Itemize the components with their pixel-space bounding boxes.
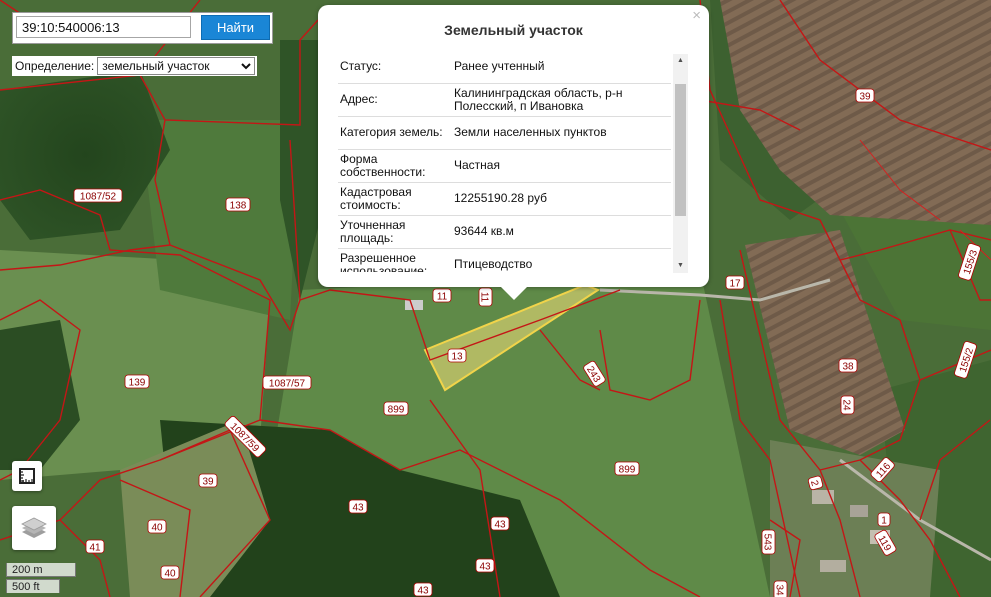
table-row: Разрешенное использование: Птицеводство [338,248,671,272]
parcel-label[interactable]: 899 [383,401,409,416]
parcel-label[interactable]: 899 [614,461,640,476]
layers-button[interactable] [12,506,56,550]
parcel-label-text: 11 [437,292,448,303]
parcel-label-text: 899 [619,465,636,476]
parcel-info-popup: × Земельный участок Статус: Ранее учтенн… [318,5,709,300]
parcel-label[interactable]: 11 [479,287,493,307]
parcel-label-text: 13 [451,352,463,363]
parcel-label[interactable]: 39 [198,473,218,488]
parcel-label[interactable]: 139 [124,374,150,389]
attribute-value: 12255190.28 руб [452,182,671,216]
parcel-label[interactable]: 1087/57 [262,375,312,390]
attribute-value: Земли населенных пунктов [452,116,671,150]
attribute-key: Адрес: [338,83,452,117]
parcel-label-text: 39 [202,477,214,488]
attribute-value: Ранее учтенный [452,50,671,84]
parcel-label-text: 40 [151,523,163,534]
parcel-label-text: 1087/52 [80,192,117,203]
parcel-label[interactable]: 43 [490,516,510,531]
attribute-value: Птицеводство [452,248,671,272]
parcel-label-text: 34 [774,584,785,596]
parcel-label[interactable]: 34 [774,580,788,597]
definition-row: Определение: земельный участок [12,56,258,76]
parcel-label-text: 1 [881,516,887,527]
parcel-label-text: 43 [479,562,491,573]
parcel-label-text: 41 [89,543,101,554]
parcel-label[interactable]: 39 [855,88,875,103]
parcel-label-text: 899 [388,405,405,416]
parcel-label-text: 11 [479,292,490,303]
table-row: Форма собственности: Частная [338,149,671,183]
parcel-label-text: 39 [859,92,871,103]
search-panel: Найти [12,12,273,44]
parcel-label-text: 24 [841,399,852,411]
attribute-key: Форма собственности: [338,149,452,183]
table-row: Категория земель: Земли населенных пункт… [338,116,671,150]
parcel-label-text: 40 [164,569,176,580]
scroll-thumb[interactable] [675,84,686,216]
attribute-key: Кадастровая стоимость: [338,182,452,216]
parcel-label-text: 543 [762,534,773,551]
find-button[interactable]: Найти [201,15,270,40]
popup-scrollbar[interactable]: ▲ ▼ [673,54,688,273]
parcel-label[interactable]: 1 [877,512,891,527]
scroll-up-icon[interactable]: ▲ [673,54,688,68]
parcel-label-text: 17 [729,279,741,290]
attribute-value: 93644 кв.м [452,215,671,249]
scroll-down-icon[interactable]: ▼ [673,259,688,273]
parcel-label[interactable]: 1087/52 [73,188,123,203]
table-row: Уточненная площадь: 93644 кв.м [338,215,671,249]
parcel-label[interactable]: 13 [447,348,467,363]
attribute-key: Категория земель: [338,116,452,150]
layers-icon [21,517,47,538]
attribute-value: Калининградская область, р-н Полесский, … [452,83,671,117]
attribute-value: Частная [452,149,671,183]
attribute-table: Статус: Ранее учтенный Адрес: Калинингра… [338,50,671,272]
measure-button[interactable] [12,461,42,491]
attribute-key: Уточненная площадь: [338,215,452,249]
parcel-label-text: 43 [417,586,429,597]
definition-label: Определение: [15,59,95,73]
parcel-label-text: 38 [842,362,854,373]
parcel-label-text: 43 [494,520,506,531]
parcel-label-text: 1087/57 [269,379,306,390]
scale-metric: 200 m [6,563,76,577]
definition-select[interactable]: земельный участок [97,57,256,75]
parcel-label[interactable]: 40 [160,565,180,580]
parcel-label-text: 139 [129,378,146,389]
parcel-label[interactable]: 38 [838,358,858,373]
parcel-label[interactable]: 43 [413,582,433,597]
cadastral-number-input[interactable] [16,16,191,38]
popup-content[interactable]: Статус: Ранее учтенный Адрес: Калинингра… [338,50,671,272]
parcel-label[interactable]: 543 [762,529,776,555]
parcel-label[interactable]: 43 [348,499,368,514]
parcel-label-text: 138 [230,201,247,212]
parcel-label[interactable]: 17 [725,275,745,290]
scale-imperial: 500 ft [6,579,60,593]
attribute-key: Статус: [338,50,452,84]
parcel-label[interactable]: 41 [85,539,105,554]
popup-pointer [500,286,528,300]
scale-bar: 200 m 500 ft [6,562,78,594]
ruler-icon [19,468,35,484]
table-row: Кадастровая стоимость: 12255190.28 руб [338,182,671,216]
table-row: Адрес: Калининградская область, р-н Поле… [338,83,671,117]
parcel-label[interactable]: 24 [841,395,855,415]
parcel-label[interactable]: 43 [475,558,495,573]
attribute-key: Разрешенное использование: [338,248,452,272]
parcel-label[interactable]: 11 [432,288,452,303]
parcel-label[interactable]: 40 [147,519,167,534]
parcel-label-text: 43 [352,503,364,514]
popup-title: Земельный участок [444,22,583,38]
parcel-label[interactable]: 138 [225,197,251,212]
table-row: Статус: Ранее учтенный [338,50,671,84]
